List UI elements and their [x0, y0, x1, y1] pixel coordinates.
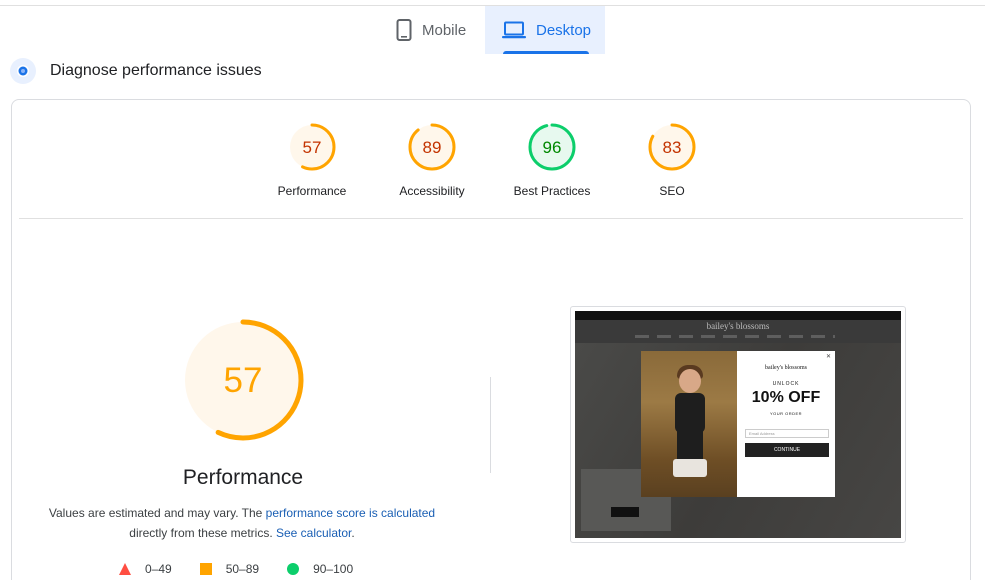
tab-mobile[interactable]: Mobile — [388, 6, 484, 54]
popup-photo — [641, 351, 737, 497]
gauge-performance-label: Performance — [277, 184, 347, 198]
popup-brand: bailey's blossoms — [765, 365, 807, 371]
square-icon — [199, 563, 212, 575]
see-calculator-link[interactable]: See calculator — [276, 526, 351, 540]
score-gauges: 57 Performance 89 Accessibility 96 Best … — [12, 100, 972, 218]
diagnose-header: Diagnose performance issues — [10, 58, 262, 84]
popup-offer: 10% OFF — [751, 389, 821, 406]
laptop-icon — [502, 21, 526, 39]
note-text-2: directly from these metrics. — [129, 526, 276, 540]
gauge-ring: 83 — [648, 123, 696, 171]
screenshot-topbar — [575, 311, 901, 320]
page-screenshot: bailey's blossoms ✕ bailey's blossoms UN… — [575, 311, 901, 538]
screenshot-popup: ✕ bailey's blossoms UNLOCK 10% OFF YOUR … — [641, 351, 835, 497]
section-divider — [19, 218, 963, 219]
smartphone-icon — [396, 19, 412, 41]
vertical-divider — [490, 377, 491, 473]
note-text-3: . — [351, 526, 355, 540]
tab-active-indicator — [503, 51, 589, 54]
gauge-performance-value: 57 — [303, 138, 322, 157]
triangle-icon — [119, 563, 131, 575]
circle-icon — [287, 563, 300, 575]
report-card: 57 Performance 89 Accessibility 96 Best … — [11, 99, 971, 580]
gauge-best-practices-value: 96 — [543, 138, 562, 157]
performance-ring: 57 — [182, 319, 304, 441]
performance-score-link[interactable]: performance score is calculated — [266, 506, 435, 520]
legend-good: 90–100 — [287, 562, 353, 576]
gauge-seo-value: 83 — [663, 138, 682, 157]
legend-poor-range: 0–49 — [145, 562, 172, 576]
note-text-1: Values are estimated and may vary. The — [48, 506, 266, 520]
gauge-ring: 89 — [408, 123, 456, 171]
performance-title: Performance — [182, 466, 304, 489]
popup-email-field: Email Address — [745, 429, 829, 438]
gauge-best-practices[interactable]: 96 Best Practices — [492, 122, 612, 198]
popup-continue-button: CONTINUE — [745, 443, 829, 457]
gauge-seo-label: SEO — [659, 184, 685, 198]
legend-poor: 0–49 — [119, 562, 172, 576]
legend-average-range: 50–89 — [225, 562, 260, 576]
performance-gauge-large: 57 — [181, 318, 305, 447]
close-icon: ✕ — [825, 354, 831, 360]
gauge-performance[interactable]: 57 Performance — [252, 122, 372, 198]
score-legend: 0–49 50–89 90–100 — [119, 562, 381, 576]
photo-boots — [673, 459, 707, 477]
performance-score-value: 57 — [224, 361, 263, 400]
gauge-ring: 57 — [288, 123, 336, 171]
gauge-best-practices-label: Best Practices — [513, 184, 591, 198]
gauge-accessibility-label: Accessibility — [399, 184, 465, 198]
lighthouse-icon — [10, 58, 36, 84]
screenshot-nav — [635, 335, 835, 338]
gauge-ring: 96 — [528, 123, 576, 171]
legend-average: 50–89 — [199, 562, 260, 576]
screenshot-side-card-button — [611, 507, 639, 517]
photo-body — [675, 393, 705, 433]
tab-desktop[interactable]: Desktop — [485, 6, 605, 54]
photo-legs — [677, 431, 703, 461]
tab-desktop-label: Desktop — [536, 21, 592, 39]
diagnose-title: Diagnose performance issues — [50, 62, 262, 79]
performance-note: Values are estimated and may vary. The p… — [42, 503, 442, 543]
tab-mobile-label: Mobile — [422, 21, 467, 39]
legend-good-range: 90–100 — [313, 562, 354, 576]
page-screenshot-thumbnail[interactable]: bailey's blossoms ✕ bailey's blossoms UN… — [570, 306, 906, 543]
photo-head — [679, 369, 701, 393]
gauge-seo[interactable]: 83 SEO — [612, 122, 732, 198]
gauge-accessibility[interactable]: 89 Accessibility — [372, 122, 492, 198]
screenshot-logo: bailey's blossoms — [706, 321, 770, 331]
gauge-accessibility-value: 89 — [423, 138, 442, 157]
popup-content: ✕ bailey's blossoms UNLOCK 10% OFF YOUR … — [737, 351, 835, 497]
popup-order: YOUR ORDER — [769, 411, 803, 416]
popup-unlock: UNLOCK — [772, 381, 800, 387]
